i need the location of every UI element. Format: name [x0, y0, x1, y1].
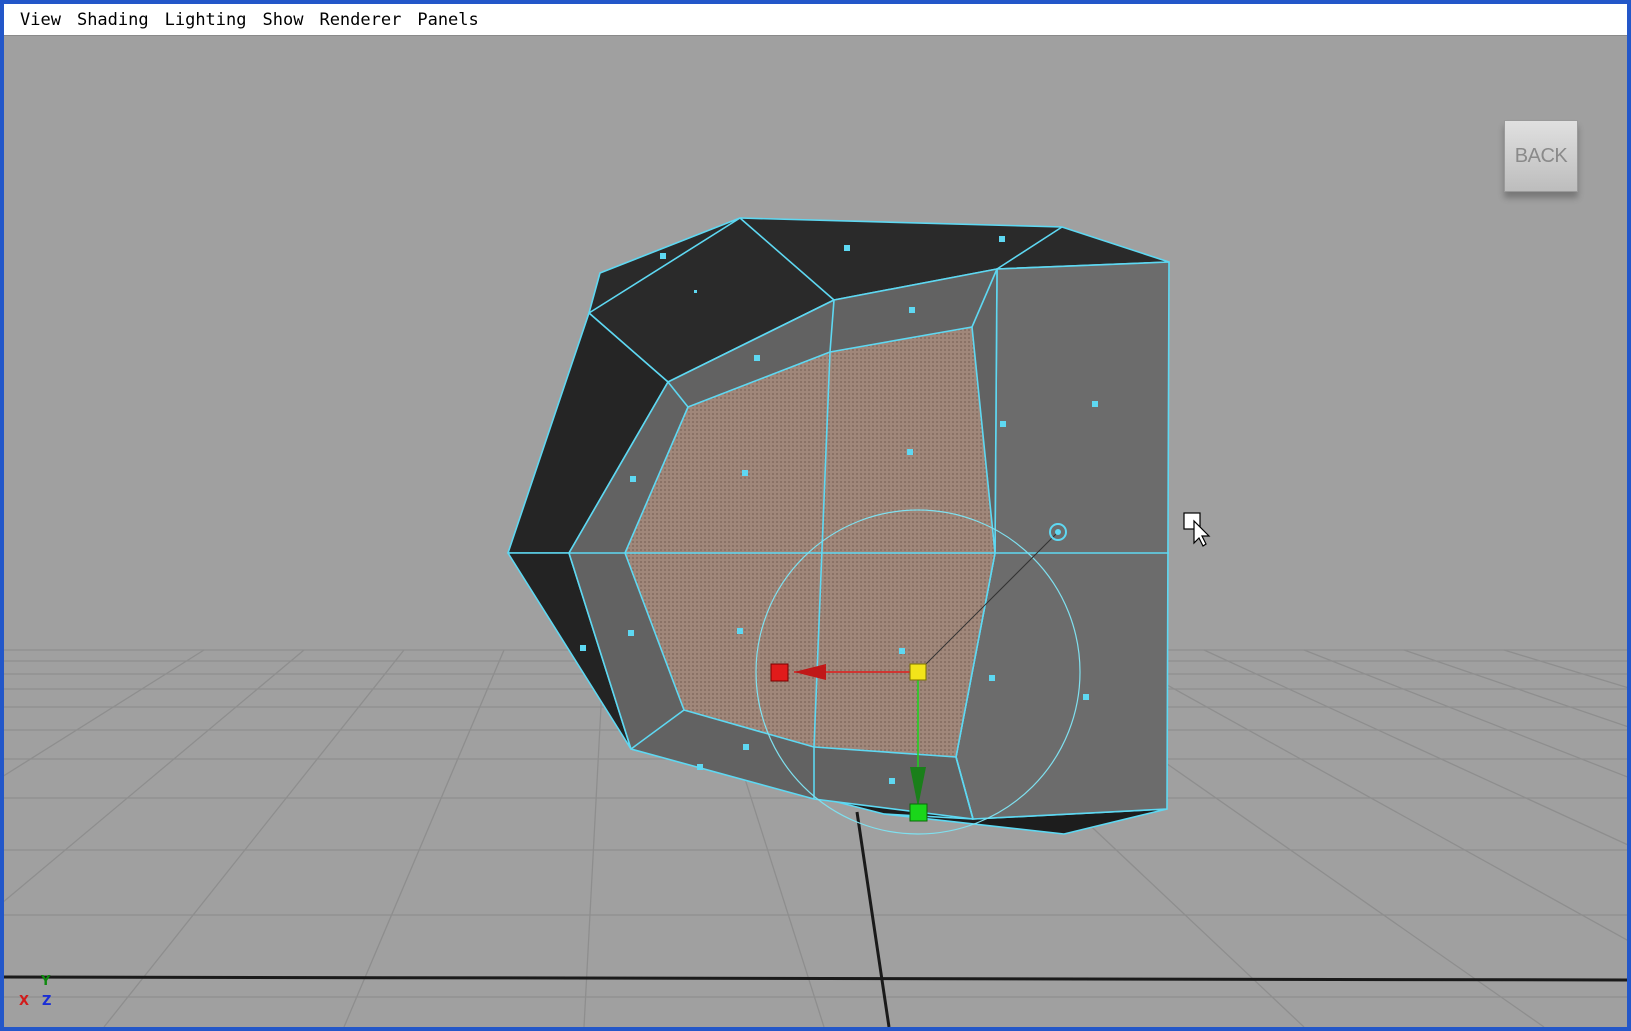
- viewport-scene[interactable]: [4, 37, 1627, 1027]
- menu-panels[interactable]: Panels: [409, 4, 486, 36]
- axis-indicator-y: Y: [41, 974, 51, 989]
- y-axis-scale-box[interactable]: [909, 803, 928, 822]
- menu-view[interactable]: View: [12, 4, 69, 36]
- grid-z-axis-line: [855, 811, 891, 1027]
- axis-indicator-z: Z: [42, 994, 52, 1009]
- back-button[interactable]: BACK: [1504, 120, 1578, 192]
- perspective-viewport[interactable]: BACK Y X Z persp: [4, 37, 1627, 1027]
- menu-shading[interactable]: Shading: [69, 4, 157, 36]
- center-handle[interactable]: [909, 663, 927, 681]
- menu-bar: View Shading Lighting Show Renderer Pane…: [4, 4, 1627, 36]
- mouse-pointer-icon: [1183, 512, 1211, 547]
- menu-show[interactable]: Show: [255, 4, 312, 36]
- menu-renderer[interactable]: Renderer: [311, 4, 409, 36]
- grid-x-axis-line: [4, 975, 1627, 982]
- axis-indicator-x: X: [19, 994, 30, 1009]
- x-axis-scale-box[interactable]: [770, 663, 789, 682]
- maya-viewport-window: View Shading Lighting Show Renderer Pane…: [4, 4, 1627, 1027]
- menu-lighting[interactable]: Lighting: [157, 4, 255, 36]
- polygon-mesh[interactable]: [507, 217, 1170, 835]
